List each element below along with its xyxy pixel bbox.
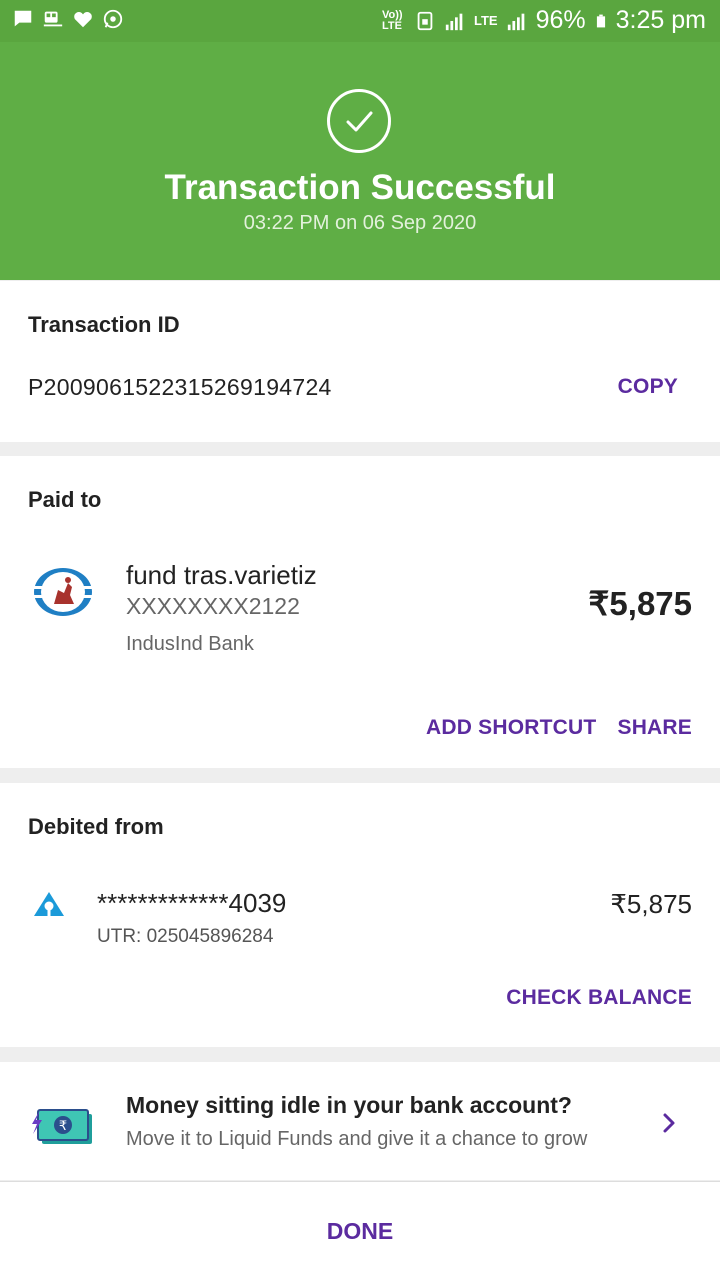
message-icon bbox=[14, 10, 32, 27]
utr-number: UTR: 025045896284 bbox=[97, 926, 274, 947]
heart-icon bbox=[74, 11, 92, 28]
payee-account: XXXXXXXX2122 bbox=[126, 593, 300, 619]
payee-bank: IndusInd Bank bbox=[126, 633, 254, 655]
sim-icon bbox=[417, 11, 433, 30]
check-circle-icon bbox=[327, 89, 391, 153]
whatsapp-icon bbox=[103, 9, 123, 29]
promo-subtitle: Move it to Liquid Funds and give it a ch… bbox=[126, 1128, 588, 1150]
system-status: Vo)) LTE LTE 96% 3:25 pm bbox=[382, 6, 706, 35]
add-shortcut-button[interactable]: ADD SHORTCUT bbox=[426, 716, 596, 740]
promo-title: Money sitting idle in your bank account? bbox=[126, 1092, 572, 1118]
paid-amount: ₹5,875 bbox=[588, 585, 692, 622]
payee-name: fund tras.varietiz bbox=[126, 560, 317, 590]
debit-amount: ₹5,875 bbox=[610, 889, 692, 919]
debited-from-card: Debited from *************4039 UTR: 0250… bbox=[0, 783, 720, 1047]
transaction-id-value: P2009061522315269194724 bbox=[28, 374, 332, 400]
liquid-funds-promo[interactable]: ₹ Money sitting idle in your bank accoun… bbox=[0, 1062, 720, 1180]
svg-text:₹: ₹ bbox=[59, 1119, 67, 1134]
network-type: LTE bbox=[474, 13, 498, 28]
success-header: Transaction Successful 03:22 PM on 06 Se… bbox=[0, 42, 720, 280]
check-icon bbox=[346, 111, 373, 132]
footer-bar: DONE bbox=[0, 1181, 720, 1280]
status-bar: Vo)) LTE LTE 96% 3:25 pm bbox=[0, 0, 720, 42]
signal-icon bbox=[445, 13, 463, 30]
transaction-datetime: 03:22 PM on 06 Sep 2020 bbox=[243, 212, 477, 234]
debit-account: *************4039 bbox=[97, 888, 287, 918]
paid-to-card: Paid to fund tras.varietiz XXXXXXXX2122 … bbox=[0, 456, 720, 768]
paid-to-label: Paid to bbox=[28, 487, 102, 512]
page-title: Transaction Successful bbox=[164, 168, 556, 207]
rupee-cash-icon: ₹ bbox=[32, 1109, 92, 1144]
debited-from-label: Debited from bbox=[28, 814, 164, 839]
transaction-id-card: Transaction ID P2009061522315269194724 C… bbox=[0, 281, 720, 442]
check-balance-button[interactable]: CHECK BALANCE bbox=[506, 986, 692, 1010]
signal-icon-2 bbox=[507, 13, 524, 30]
transaction-id-label: Transaction ID bbox=[28, 312, 180, 337]
clock: 3:25 pm bbox=[615, 6, 706, 34]
notification-icons bbox=[12, 8, 124, 30]
battery-percent: 96% bbox=[535, 6, 586, 34]
volte-indicator: Vo)) LTE bbox=[382, 8, 403, 32]
sbi-logo bbox=[34, 892, 64, 916]
chevron-right-icon[interactable] bbox=[660, 1112, 678, 1134]
indusind-bank-logo bbox=[34, 568, 92, 616]
done-button[interactable]: DONE bbox=[0, 1218, 720, 1245]
train-icon bbox=[43, 11, 63, 27]
share-button[interactable]: SHARE bbox=[617, 716, 692, 740]
battery-icon bbox=[596, 14, 605, 27]
copy-button[interactable]: COPY bbox=[618, 375, 678, 399]
